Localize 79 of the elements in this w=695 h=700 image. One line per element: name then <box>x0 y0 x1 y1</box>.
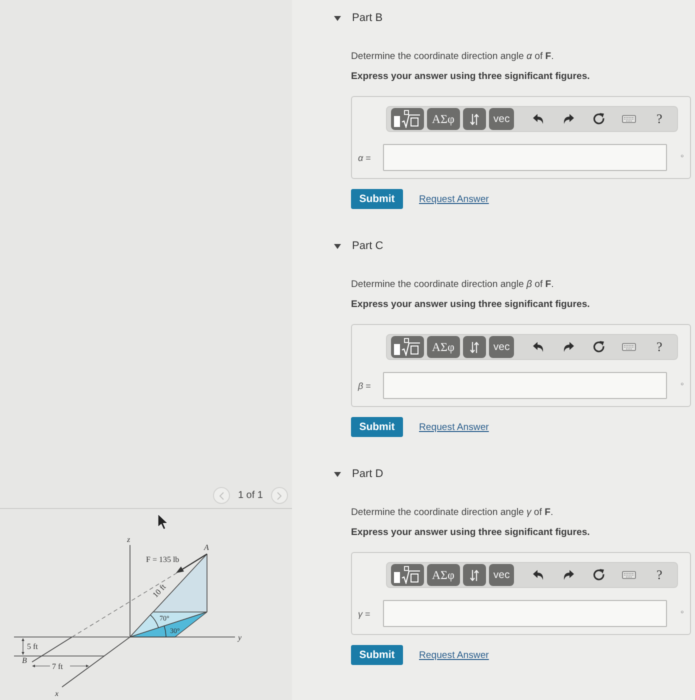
vector-button[interactable]: vec <box>488 564 514 586</box>
request-answer-link[interactable]: Request Answer <box>419 422 489 432</box>
undo-icon <box>533 342 544 352</box>
part-toggle[interactable]: Part D <box>334 464 384 484</box>
question-prompt: Determine the coordinate direction angle γ of F. <box>351 507 554 519</box>
part-toggle[interactable]: Part B <box>334 8 383 28</box>
redo-icon <box>563 342 574 352</box>
arrows-button[interactable] <box>462 336 486 358</box>
up-down-arrows-icon <box>470 114 479 124</box>
help-button[interactable]: ? <box>646 108 673 130</box>
answer-input[interactable] <box>382 372 668 399</box>
reset-icon <box>593 341 606 353</box>
axis-label: y <box>238 633 242 642</box>
submit-button[interactable]: Submit <box>351 645 403 665</box>
axis-label: x <box>55 689 59 698</box>
caret-icon <box>334 244 341 248</box>
up-down-arrows-icon <box>470 570 479 580</box>
answer-instruction: Express your answer using three significant figures. <box>351 527 591 539</box>
unit-label: ° <box>680 152 684 162</box>
answer-label: γ = <box>358 608 372 618</box>
help-button[interactable]: ? <box>646 564 673 586</box>
reset-icon <box>593 113 606 125</box>
x-axis-line <box>62 636 130 688</box>
caret-icon <box>334 16 341 20</box>
symbols-button[interactable]: ΑΣφ <box>426 336 460 358</box>
answer-instruction: Express your answer using three significant figures. <box>351 71 591 83</box>
dimension-label: 7 ft <box>52 662 63 671</box>
answer-label: α = <box>358 152 372 162</box>
vector-button[interactable]: vec <box>488 108 514 130</box>
redo-icon <box>563 570 574 580</box>
angle-arc <box>150 614 159 628</box>
template-icon <box>393 110 422 128</box>
undo-icon <box>533 570 544 580</box>
unit-label: ° <box>680 608 684 618</box>
answer-instruction: Express your answer using three significant figures. <box>351 299 591 311</box>
point-label: B <box>22 656 27 665</box>
up-down-arrows-icon <box>470 342 479 352</box>
question-prompt: Determine the coordinate direction angle α of F. <box>351 51 555 63</box>
cable-line <box>32 636 72 662</box>
request-answer-link[interactable]: Request Answer <box>419 650 489 660</box>
unit-label: ° <box>680 380 684 390</box>
vector-button[interactable]: vec <box>488 336 514 358</box>
force-label: F = 135 lb <box>146 555 180 564</box>
answer-input[interactable] <box>382 144 668 171</box>
angle-arc <box>164 626 166 638</box>
dimension-label: 5 ft <box>27 642 38 651</box>
answer-label: β = <box>358 380 372 390</box>
answer-input[interactable] <box>382 600 668 627</box>
point-label: A <box>204 543 209 552</box>
template-icon <box>393 566 422 584</box>
request-answer-link[interactable]: Request Answer <box>419 194 489 204</box>
part-toggle[interactable]: Part C <box>334 236 384 256</box>
help-button[interactable]: ? <box>646 336 673 358</box>
arrows-button[interactable] <box>462 108 486 130</box>
reset-icon <box>593 569 606 581</box>
chevron-left-icon <box>218 492 224 500</box>
symbols-button[interactable]: ΑΣφ <box>426 108 460 130</box>
redo-icon <box>563 114 574 124</box>
page-indicator: 1 of 1 <box>238 490 263 501</box>
template-icon <box>393 338 422 356</box>
symbols-button[interactable]: ΑΣφ <box>426 564 460 586</box>
axis-label: z <box>127 535 130 544</box>
keyboard-icon <box>622 571 636 579</box>
arrows-button[interactable] <box>462 564 486 586</box>
chevron-right-icon <box>277 492 282 500</box>
cursor-icon <box>158 513 168 530</box>
undo-icon <box>533 114 544 124</box>
templates-button[interactable] <box>391 336 424 358</box>
submit-button[interactable]: Submit <box>351 417 403 437</box>
templates-button[interactable] <box>391 564 424 586</box>
submit-button[interactable]: Submit <box>351 189 403 209</box>
caret-icon <box>334 472 341 476</box>
length-label: 10 ft <box>150 582 168 600</box>
dimension-line <box>32 664 89 668</box>
dimension-line <box>22 638 24 655</box>
keyboard-icon <box>622 115 636 123</box>
templates-button[interactable] <box>391 108 424 130</box>
question-prompt: Determine the coordinate direction angle β of F. <box>351 279 555 291</box>
keyboard-icon <box>622 343 636 351</box>
